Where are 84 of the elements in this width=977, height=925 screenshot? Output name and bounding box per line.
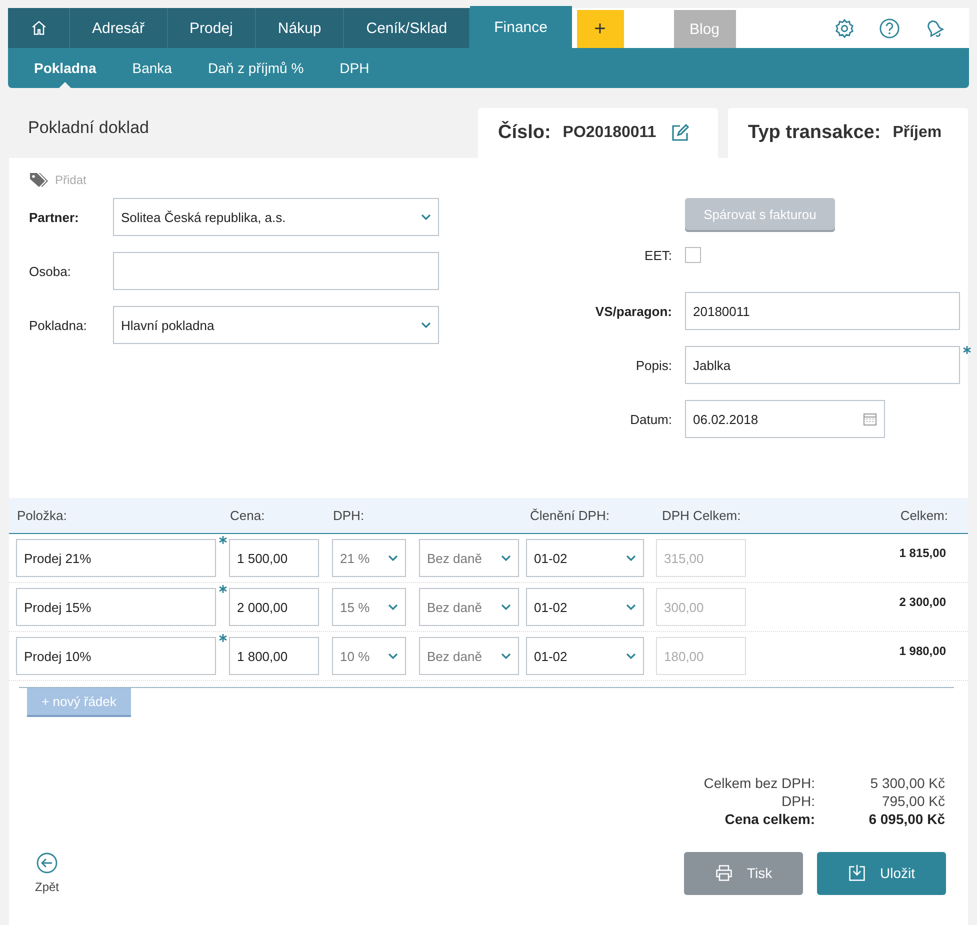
readonly-field: 315,00 [656,539,746,577]
add-button[interactable]: + [576,10,624,48]
chevron-icon [501,653,511,659]
dropdown-field[interactable]: 15 % [332,588,406,626]
column-header: Členění DPH: [530,508,610,523]
field-label: Pokladna: [29,318,88,332]
column-header: Celkem: [900,508,948,523]
field-label: Partner: [29,210,80,224]
printer-icon [714,864,733,882]
dropdown-field[interactable]: 21 % [332,539,406,577]
field-label: Osoba: [29,264,72,278]
column-header: Položka: [17,508,67,523]
home-button[interactable] [8,8,70,48]
total-label: Celkem bez DPH: [704,775,815,791]
field-label: VS/paragon: [594,304,673,318]
input-field[interactable]: 20180011 [685,292,960,330]
nav-tab[interactable]: Prodej [168,8,256,48]
chevron-icon [388,604,398,610]
home-icon [30,19,48,37]
column-header: Cena: [230,508,265,523]
dropdown-field[interactable]: 10 % [332,637,406,675]
chevron-icon [626,604,636,610]
dropdown-field[interactable]: 01-02 [526,637,644,675]
dropdown-field[interactable]: Bez daně [419,539,519,577]
readonly-field: 300,00 [656,588,746,626]
nav-tab[interactable]: Adresář [70,8,168,48]
column-header: DPH Celkem: [662,508,741,523]
chevron-icon [626,653,636,659]
help-icon[interactable] [879,18,900,38]
input-field[interactable] [113,252,439,290]
total-label: Cena celkem: [724,811,815,827]
settings-icon[interactable] [834,18,855,38]
chevron-icon [626,555,636,561]
chevron-icon [388,653,398,659]
dropdown-field[interactable]: Hlavní pokladna [113,306,439,344]
dropdown-field[interactable]: 01-02 [526,539,644,577]
dropdown-field[interactable]: Bez daně [419,588,519,626]
chevron-icon [421,214,431,220]
input-field[interactable]: 1 800,00 [229,637,319,675]
row-total: 2 300,00 [899,595,946,609]
input-field[interactable]: Prodej 15% [16,588,216,626]
transaction-type-label: Typ transakce: [748,122,881,144]
dropdown-field[interactable]: Solitea Česká republika, a.s. [113,198,439,236]
input-field[interactable]: 2 000,00 [229,588,319,626]
subnav-tab[interactable]: Pokladna [16,48,114,88]
row-total: 1 980,00 [899,644,946,658]
readonly-field: 180,00 [656,637,746,675]
total-value: 5 300,00 Kč [869,775,945,791]
column-header: DPH: [333,508,364,523]
document-number: PO20180011 [562,124,656,142]
edit-icon[interactable] [670,123,690,143]
row-total: 1 815,00 [899,546,946,560]
field-label: Popis: [634,358,673,372]
chevron-icon [501,604,511,610]
input-field[interactable]: Prodej 10% [16,637,216,675]
chevron-icon [421,322,431,328]
date-field[interactable]: 06.02.2018 [685,400,885,438]
field-label: EET: [644,248,673,262]
nav-tab[interactable]: Ceník/Sklad [344,8,470,48]
field-label: Datum: [629,412,673,426]
dropdown-field[interactable]: Bez daně [419,637,519,675]
checkbox[interactable] [685,247,701,263]
tag-icon [29,172,49,188]
input-field[interactable]: Prodej 21% [16,539,216,577]
dropdown-field[interactable]: 01-02 [526,588,644,626]
number-label: Číslo: [498,122,551,144]
chevron-icon [501,555,511,561]
chevron-icon [388,555,398,561]
input-field[interactable]: Jablka [685,346,960,384]
page-title: Pokladní doklad [27,118,150,139]
total-value: 795,00 Kč [880,793,945,809]
back-button[interactable]: Zpět [29,851,66,895]
nav-tab[interactable]: Finance [470,6,572,48]
subnav-tab[interactable]: DPH [322,48,388,88]
total-value: 6 095,00 Kč [868,811,945,827]
download-icon [848,864,866,882]
save-button[interactable]: Uložit [817,852,946,894]
calendar-icon[interactable] [863,412,877,426]
input-field[interactable]: 1 500,00 [229,539,319,577]
total-label: DPH: [780,793,815,809]
nav-tab[interactable]: Nákup [256,8,344,48]
transaction-type: Příjem [892,124,942,142]
subnav-tab[interactable]: Daň z příjmů % [190,48,322,88]
subnav-tab[interactable]: Banka [114,48,190,88]
